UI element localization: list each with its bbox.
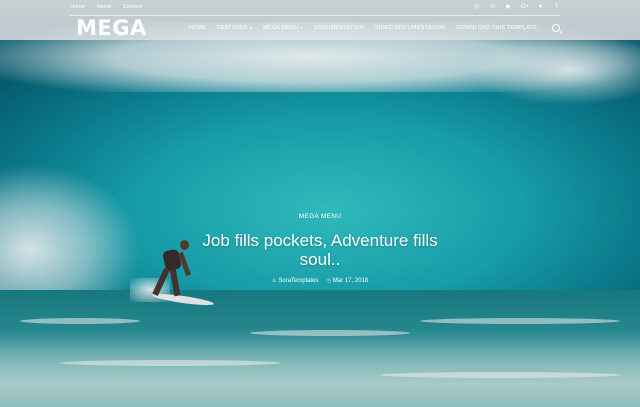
nav-item-download-template[interactable]: DOWNLOAD THIS TEMPLATE (456, 25, 537, 31)
nav-item-features[interactable]: FEATURES ▾ (217, 25, 252, 31)
nav-item-label: VIDEO DOCUMENTATION (374, 25, 446, 31)
pinterest-icon[interactable]: ℗ (489, 4, 496, 11)
top-link-about[interactable]: About (97, 4, 111, 10)
user-icon: ♙ (271, 278, 277, 284)
nav-item-home[interactable]: HOME (189, 25, 206, 31)
post-date: ◷ Mar 17, 2018 (326, 278, 368, 284)
hero-background-image (0, 0, 640, 407)
site-logo[interactable]: MEGA (76, 16, 147, 40)
facebook-icon[interactable]: f (553, 4, 560, 11)
featured-post: MEGA MENU Job fills pockets, Adventure f… (180, 205, 460, 284)
instagram-icon[interactable]: ◎ (473, 4, 480, 11)
post-category-label[interactable]: MEGA MENU (299, 213, 341, 220)
google-plus-icon[interactable]: G+ (521, 4, 529, 11)
top-bar: Home About Contact ◎ ℗ ▶ G+ ✦ f (70, 0, 560, 14)
twitter-icon[interactable]: ✦ (537, 4, 544, 11)
search-icon[interactable] (552, 24, 560, 32)
top-links: Home About Contact (70, 4, 142, 10)
post-date-text: Mar 17, 2018 (332, 278, 369, 284)
nav-item-video-documentation[interactable]: VIDEO DOCUMENTATION (375, 25, 445, 31)
nav-item-label: FEATURES (217, 25, 248, 31)
chevron-down-icon: ▾ (300, 25, 303, 30)
top-link-home[interactable]: Home (70, 4, 85, 10)
top-link-contact[interactable]: Contact (123, 4, 142, 10)
post-author-name: SoraTemplates (278, 278, 319, 284)
post-author[interactable]: ♙ SoraTemplates (272, 278, 319, 284)
nav-item-label: HOME (188, 25, 207, 31)
clock-icon: ◷ (326, 278, 331, 284)
youtube-icon[interactable]: ▶ (505, 4, 512, 11)
nav-item-label: DOWNLOAD THIS TEMPLATE (456, 25, 537, 31)
social-links: ◎ ℗ ▶ G+ ✦ f (473, 4, 560, 11)
nav-item-label: DOCUMENTATION (313, 25, 364, 31)
site-header: MEGA HOME FEATURES ▾ MEGA MENU ▾ DOCUMENTA… (76, 16, 560, 40)
nav-item-documentation[interactable]: DOCUMENTATION (314, 25, 364, 31)
chevron-down-icon: ▾ (249, 25, 252, 30)
main-nav: HOME FEATURES ▾ MEGA MENU ▾ DOCUMENTATION … (189, 24, 560, 32)
nav-item-label: MEGA MENU (262, 25, 299, 31)
post-meta: ♙ SoraTemplates ◷ Mar 17, 2018 (180, 278, 460, 284)
nav-item-mega-menu[interactable]: MEGA MENU ▾ (263, 25, 303, 31)
post-title[interactable]: Job fills pockets, Adventure fills soul.… (180, 231, 460, 269)
